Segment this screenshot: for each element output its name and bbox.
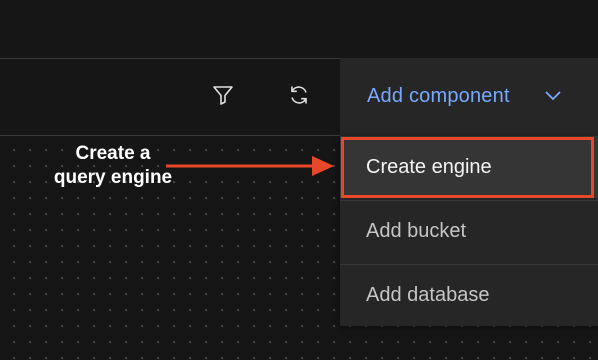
menu-item-add-bucket[interactable]: Add bucket [340, 200, 598, 262]
menu-item-label: Add bucket [366, 220, 467, 242]
callout-arrow [166, 156, 334, 176]
add-component-menu: Create engine Add bucket Add database [340, 136, 598, 326]
menu-item-label: Create engine [366, 155, 492, 178]
chevron-down-icon [544, 89, 562, 108]
menu-item-label: Add database [366, 284, 490, 306]
add-component-label: Add component [367, 85, 510, 107]
menu-item-add-database[interactable]: Add database [340, 264, 598, 326]
callout-text: Create a query engine [53, 143, 173, 188]
refresh-icon [287, 83, 311, 107]
filter-button[interactable] [208, 80, 238, 110]
refresh-button[interactable] [284, 80, 314, 110]
top-bar [0, 0, 598, 58]
filter-icon [211, 83, 235, 107]
menu-item-create-engine[interactable]: Create engine [340, 136, 598, 198]
add-component-dropdown[interactable]: Add component [340, 58, 598, 136]
